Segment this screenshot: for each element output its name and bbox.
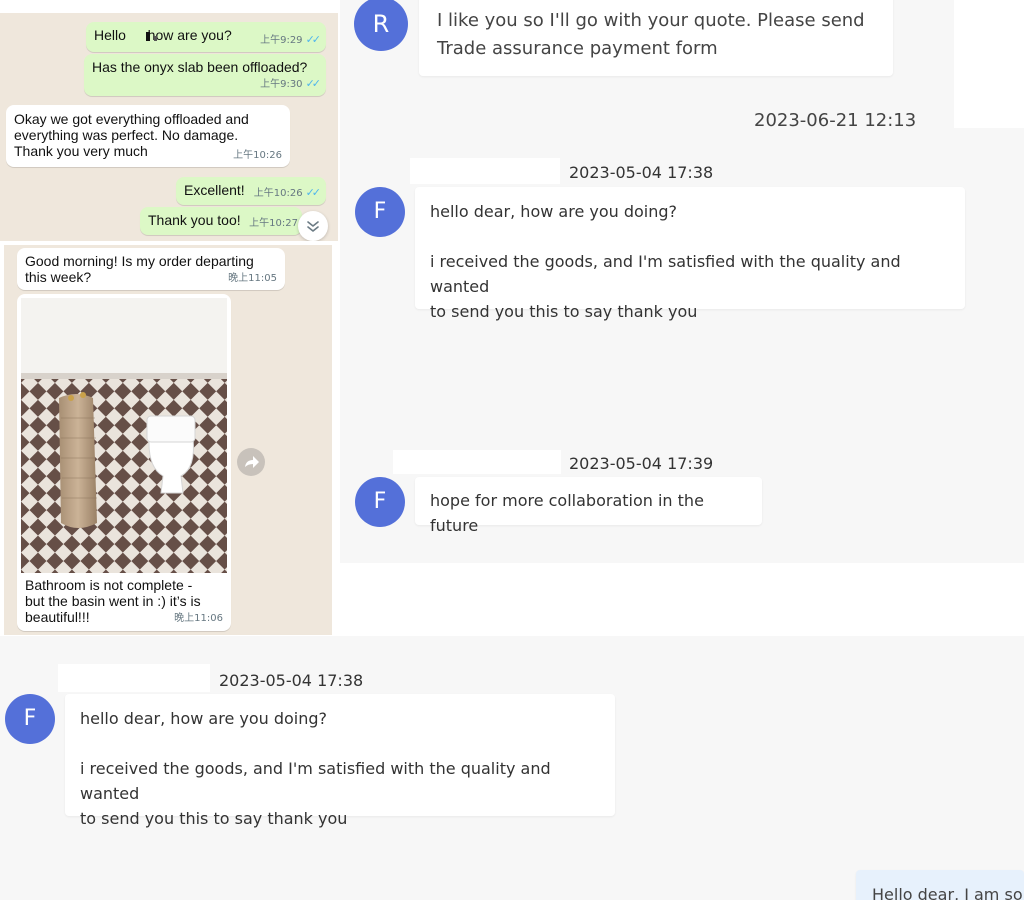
message-line: hello dear, how are you doing?: [430, 202, 678, 221]
message-text: Hello dear, I am so h: [872, 885, 1024, 900]
avatar: F: [5, 694, 55, 744]
message-line: to send you this to say thank you: [80, 809, 348, 828]
timestamp: 2023-05-04 17:39: [569, 454, 714, 473]
timestamp: 2023-05-04 17:38: [219, 671, 364, 690]
redacted-name: [393, 450, 561, 474]
message-line: I like you so I'll go with your quote. P…: [437, 10, 865, 31]
scroll-down-button[interactable]: [298, 211, 328, 241]
message-bubble-outgoing[interactable]: Hello dear, I am so h: [856, 870, 1024, 900]
redacted-name: [410, 158, 560, 184]
message-line: Trade assurance payment form: [437, 38, 718, 59]
avatar: R: [354, 0, 408, 51]
desktop-chat-bottom: 2023-05-04 17:38 F hello dear, how are y…: [0, 636, 1024, 900]
message-line: hello dear, how are you doing?: [80, 709, 328, 728]
photo-message-bubble[interactable]: Bathroom is not complete - but the basin…: [17, 294, 231, 631]
bathroom-photo[interactable]: [21, 298, 227, 573]
avatar: F: [355, 477, 405, 527]
redacted-name-mark: [146, 32, 150, 41]
message-text: Good morning! Is my order departing this…: [25, 253, 254, 285]
double-chevron-down-icon: [307, 221, 319, 232]
message-bubble-outgoing[interactable]: Thank you too! 上午10:27: [140, 207, 302, 235]
message-time: 晚上11:06: [174, 613, 223, 624]
whatsapp-chat-top: Hello how are you? 上午9:29 ✓✓ Has the onyx…: [0, 13, 338, 241]
redacted-name-mark: [154, 36, 157, 41]
message-bubble-incoming[interactable]: hope for more collaboration in the futur…: [415, 477, 762, 535]
message-bubble-incoming[interactable]: Okay we got everything offloaded and eve…: [6, 105, 290, 167]
read-receipt-icon: ✓✓: [305, 186, 322, 199]
message-bubble-outgoing[interactable]: Has the onyx slab been offloaded? 上午9:30…: [84, 54, 326, 96]
message-bubble-incoming[interactable]: hello dear, how are you doing? i receive…: [415, 187, 965, 321]
message-text: Hello how are you?: [94, 27, 232, 43]
message-text: Excellent!: [184, 182, 245, 198]
message-bubble-incoming[interactable]: Good morning! Is my order departing this…: [17, 248, 285, 290]
message-bubble-incoming[interactable]: I like you so I'll go with your quote. P…: [419, 0, 893, 76]
redacted-name: [58, 664, 210, 692]
desktop-chat-top: R I like you so I'll go with your quote.…: [340, 0, 954, 128]
message-bubble-outgoing[interactable]: Hello how are you? 上午9:29 ✓✓: [86, 22, 326, 52]
message-text: Has the onyx slab been offloaded?: [92, 59, 308, 75]
timestamp: 2023-05-04 17:38: [569, 163, 714, 182]
timestamp: 2023-06-21 12:13: [754, 110, 917, 128]
message-time: 上午10:26: [233, 150, 282, 161]
message-time: 上午9:29 ✓✓: [260, 33, 322, 46]
message-time: 上午9:30 ✓✓: [260, 77, 322, 90]
message-text: Thank you too!: [148, 212, 241, 228]
forward-button[interactable]: [237, 448, 265, 476]
avatar: F: [355, 187, 405, 237]
message-line: hope for more collaboration in the futur…: [430, 491, 704, 535]
message-text: Okay we got everything offloaded and eve…: [14, 111, 249, 159]
read-receipt-icon: ✓✓: [305, 33, 322, 46]
read-receipt-icon: ✓✓: [305, 77, 322, 90]
message-time: 上午10:27: [249, 218, 298, 229]
message-bubble-incoming[interactable]: hello dear, how are you doing? i receive…: [65, 694, 615, 828]
desktop-chat-middle: 2023-05-04 17:38 F hello dear, how are y…: [340, 128, 1024, 563]
whatsapp-chat-bottom: Good morning! Is my order departing this…: [4, 245, 332, 635]
message-line: i received the goods, and I'm satisfied …: [430, 252, 901, 296]
forward-arrow-icon: [245, 456, 259, 468]
message-time: 晚上11:05: [228, 273, 277, 284]
message-line: to send you this to say thank you: [430, 302, 698, 321]
message-line: i received the goods, and I'm satisfied …: [80, 759, 551, 803]
message-time: 上午10:26 ✓✓: [253, 186, 322, 199]
message-bubble-outgoing[interactable]: Excellent! 上午10:26 ✓✓: [176, 177, 326, 205]
